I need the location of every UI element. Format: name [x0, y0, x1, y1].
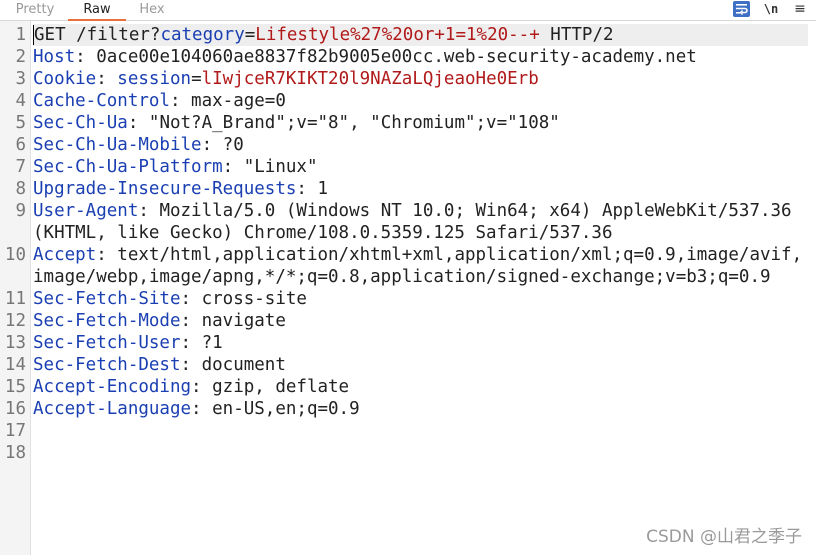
line-number: 15 [4, 377, 26, 397]
line-number: 2 [15, 47, 26, 67]
header-sep: : [180, 311, 202, 331]
header-line-user-agent: 9 User-Agent: Mozilla/5.0 (Windows NT 10… [0, 200, 816, 244]
header-line-sec-ch-ua-platform: 7 Sec-Ch-Ua-Platform: "Linux" [0, 156, 816, 178]
line-number: 13 [4, 333, 26, 353]
header-name: Accept-Encoding [33, 377, 192, 397]
raw-request-editor[interactable]: 1 GET /filter?category=Lifestyle%27%20or… [0, 24, 816, 464]
header-name: Sec-Ch-Ua [33, 113, 128, 133]
http-protocol: HTTP/2 [539, 25, 614, 45]
line-number: 6 [15, 135, 26, 155]
header-name: Host [33, 47, 76, 67]
header-value: ?1 [201, 333, 223, 353]
cookie-eq: = [191, 69, 202, 89]
header-sep: : [96, 69, 118, 89]
header-line-cache-control: 4 Cache-Control: max-age=0 [0, 90, 816, 112]
cookie-name: session [117, 69, 192, 89]
hamburger-menu-icon[interactable]: ≡ [791, 1, 809, 17]
header-sep: : [75, 47, 97, 67]
header-value: document [201, 355, 286, 375]
watermark: CSDN @山君之季子 [646, 527, 802, 547]
header-line-accept: 10 Accept: text/html,application/xhtml+x… [0, 244, 816, 288]
header-name: Accept-Language [33, 399, 192, 419]
header-name: Accept [33, 245, 97, 265]
query-param-key: category [160, 25, 245, 45]
header-value: gzip, deflate [212, 377, 350, 397]
line-number: 7 [15, 157, 26, 177]
header-sep: : [191, 399, 213, 419]
header-line-sec-fetch-user: 13 Sec-Fetch-User: ?1 [0, 332, 816, 354]
header-name: Sec-Ch-Ua-Platform [33, 157, 223, 177]
header-line-cookie: 3 Cookie: session=lIwjceR7KIKT20l9NAZaLQ… [0, 68, 816, 90]
header-value: "Linux" [243, 157, 318, 177]
request-path: /filter? [65, 25, 161, 45]
header-sep: : [222, 157, 244, 177]
header-value: cross-site [201, 289, 307, 309]
word-wrap-icon-glyph [736, 4, 748, 15]
header-name: Sec-Ch-Ua-Mobile [33, 135, 202, 155]
header-value: navigate [201, 311, 286, 331]
header-value: 1 [317, 179, 329, 199]
header-sep: : [138, 201, 160, 221]
header-value: ?0 [222, 135, 244, 155]
header-name: Sec-Fetch-User [33, 333, 181, 353]
header-sep: : [296, 179, 318, 199]
cookie-value: lIwjceR7KIKT20l9NAZaLQjeaoHe0Erb [201, 69, 539, 89]
line-number: 4 [15, 91, 26, 111]
tab-hex[interactable]: Hex [128, 0, 176, 20]
line-number: 17 [4, 421, 26, 441]
line-number: 10 [4, 245, 26, 265]
header-sep: : [96, 245, 118, 265]
header-line-sec-fetch-site: 11 Sec-Fetch-Site: cross-site [0, 288, 816, 310]
empty-line: 17 ​ [0, 420, 816, 442]
tab-raw[interactable]: Raw [68, 0, 126, 21]
header-line-accept-language: 16 Accept-Language: en-US,en;q=0.9 [0, 398, 816, 420]
line-number: 14 [4, 355, 26, 375]
header-line-upgrade-insecure: 8 Upgrade-Insecure-Requests: 1 [0, 178, 816, 200]
header-sep: : [169, 91, 192, 111]
header-sep: : [127, 113, 149, 133]
header-value: 0ace00e104060ae8837f82b9005e00cc.web-sec… [96, 47, 697, 67]
line-number: 8 [15, 179, 26, 199]
line-number: 1 [15, 25, 26, 45]
header-line-accept-encoding: 15 Accept-Encoding: gzip, deflate [0, 376, 816, 398]
header-name: User-Agent [33, 201, 139, 221]
line-number: 9 [15, 201, 26, 221]
header-value: "Not?A_Brand";v="8", "Chromium";v="108" [148, 113, 560, 133]
header-line-sec-ch-ua-mobile: 6 Sec-Ch-Ua-Mobile: ?0 [0, 134, 816, 156]
header-line-sec-fetch-mode: 12 Sec-Fetch-Mode: navigate [0, 310, 816, 332]
line-number: 3 [15, 69, 26, 89]
header-sep: : [201, 135, 223, 155]
request-line: 1 GET /filter?category=Lifestyle%27%20or… [0, 24, 816, 46]
message-view-tabs: Pretty Raw Hex \n ≡ [0, 0, 816, 21]
header-line-host: 2 Host: 0ace00e104060ae8837f82b9005e00cc… [0, 46, 816, 68]
header-name: Cache-Control [33, 91, 170, 111]
header-name: Sec-Fetch-Dest [33, 355, 181, 375]
http-method: GET [34, 25, 66, 45]
header-line-sec-fetch-dest: 14 Sec-Fetch-Dest: document [0, 354, 816, 376]
header-name: Sec-Fetch-Site [33, 289, 181, 309]
word-wrap-icon[interactable] [733, 1, 750, 17]
empty-line: 18 ​ [0, 442, 816, 464]
header-sep: : [180, 333, 202, 353]
header-value: en-US,en;q=0.9 [212, 399, 360, 419]
header-value: max-age=0 [191, 91, 286, 111]
line-number: 16 [4, 399, 26, 419]
line-number: 12 [4, 311, 26, 331]
header-name: Sec-Fetch-Mode [33, 311, 181, 331]
query-param-value: Lifestyle%27%20or+1=1%20--+ [255, 25, 540, 45]
header-sep: : [180, 289, 202, 309]
tab-pretty[interactable]: Pretty [4, 0, 66, 20]
header-sep: : [191, 377, 213, 397]
header-name: Upgrade-Insecure-Requests [33, 179, 297, 199]
header-sep: : [180, 355, 202, 375]
show-newlines-button[interactable]: \n [762, 1, 780, 17]
line-number: 5 [15, 113, 26, 133]
header-value: text/html,application/xhtml+xml,applicat… [33, 245, 803, 287]
query-param-eq: = [244, 25, 256, 45]
line-number: 18 [4, 443, 26, 463]
line-number: 11 [4, 289, 26, 309]
header-line-sec-ch-ua: 5 Sec-Ch-Ua: "Not?A_Brand";v="8", "Chrom… [0, 112, 816, 134]
header-name: Cookie [33, 69, 97, 89]
